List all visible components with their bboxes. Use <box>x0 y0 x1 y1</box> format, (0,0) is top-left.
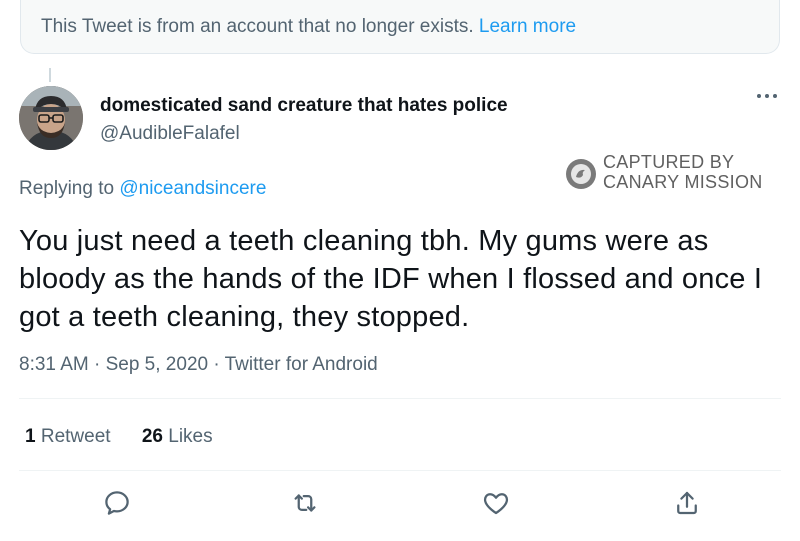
display-name[interactable]: domesticated sand creature that hates po… <box>100 95 508 117</box>
avatar[interactable] <box>19 86 83 150</box>
reply-icon[interactable] <box>102 488 132 518</box>
retweet-icon[interactable] <box>290 488 320 518</box>
canary-mission-logo-icon <box>566 159 596 189</box>
deleted-account-notice: This Tweet is from an account that no lo… <box>20 0 780 54</box>
replying-to-label: Replying to <box>19 178 115 199</box>
retweets-count: 1 <box>25 426 36 447</box>
watermark-line-2: CANARY MISSION <box>603 172 763 192</box>
tweet-stats: 1 Retweet 26 Likes <box>25 426 239 448</box>
user-handle[interactable]: @AudibleFalafel <box>100 123 240 145</box>
likes-count: 26 <box>141 426 163 447</box>
replying-to-handle-link[interactable]: @niceandsincere <box>119 178 266 199</box>
likes-label: Likes <box>168 426 213 447</box>
more-options-icon[interactable] <box>753 86 781 106</box>
retweets-label: Retweet <box>40 426 111 447</box>
retweets-stat[interactable]: 1 Retweet <box>25 426 111 447</box>
divider <box>19 398 781 399</box>
tweet-actions-bar <box>0 488 800 522</box>
thread-connector-line <box>49 68 51 82</box>
likes-stat[interactable]: 26 Likes <box>142 426 213 447</box>
watermark-line-1: CAPTURED BY <box>603 152 735 172</box>
share-icon[interactable] <box>672 488 702 518</box>
like-icon[interactable] <box>481 488 511 518</box>
learn-more-link[interactable]: Learn more <box>479 16 576 37</box>
replying-to: Replying to @niceandsincere <box>19 178 266 200</box>
notice-text: This Tweet is from an account that no lo… <box>41 16 474 37</box>
divider <box>19 470 781 471</box>
tweet-timestamp[interactable]: 8:31 AM · Sep 5, 2020 · Twitter for Andr… <box>19 354 378 376</box>
canary-mission-watermark: CAPTURED BY CANARY MISSION <box>565 152 780 194</box>
avatar-image <box>19 86 83 150</box>
tweet-text: You just need a teeth cleaning tbh. My g… <box>19 225 763 333</box>
